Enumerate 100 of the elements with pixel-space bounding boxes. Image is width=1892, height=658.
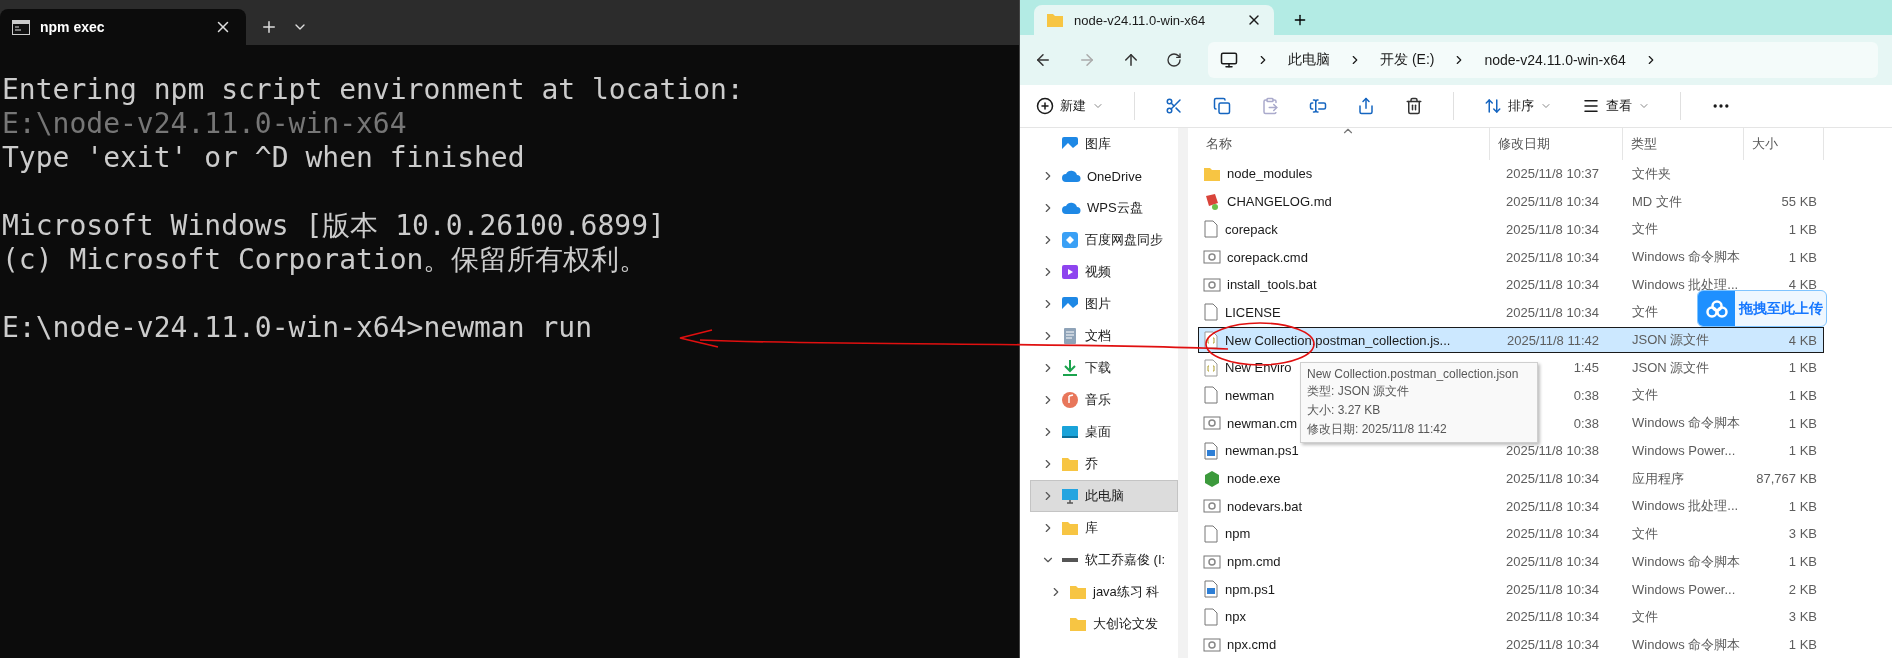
- sidebar-item[interactable]: 图片: [1030, 288, 1178, 320]
- file-size: 1 KB: [1788, 415, 1817, 431]
- sidebar-icon: [1061, 263, 1079, 281]
- file-size: 4 KB: [1788, 332, 1817, 348]
- terminal-line: Microsoft Windows [版本 10.0.26100.6899]: [2, 209, 665, 243]
- file-date: 2025/11/8 10:38: [1505, 443, 1599, 459]
- sidebar-item[interactable]: 乔: [1030, 448, 1178, 480]
- file-icon: [1203, 276, 1221, 293]
- column-header[interactable]: 类型: [1623, 128, 1744, 160]
- file-size: 55 KB: [1781, 194, 1817, 210]
- file-size: 3 KB: [1788, 609, 1817, 625]
- sidebar-icon: [1061, 231, 1079, 249]
- file-size: 1 KB: [1788, 443, 1817, 459]
- back-icon[interactable]: [1034, 51, 1052, 69]
- file-name: node_modules: [1227, 166, 1313, 182]
- file-type: MD 文件: [1632, 193, 1682, 209]
- sidebar-item[interactable]: WPS云盘: [1030, 192, 1178, 224]
- sidebar-item[interactable]: java练习 科: [1030, 576, 1178, 608]
- file-date: 2025/11/8 10:34: [1505, 277, 1599, 293]
- sidebar-item[interactable]: 桌面: [1030, 416, 1178, 448]
- sidebar-item[interactable]: 下载: [1030, 352, 1178, 384]
- sort-button[interactable]: 排序: [1484, 97, 1552, 115]
- sidebar-icon: [1061, 520, 1079, 536]
- file-name: newman.ps1: [1225, 443, 1299, 459]
- rename-icon[interactable]: [1309, 97, 1327, 115]
- copy-icon[interactable]: [1213, 97, 1231, 115]
- sort-icon: [1484, 97, 1502, 115]
- file-size: 1 KB: [1788, 221, 1817, 237]
- sidebar-item[interactable]: 软工乔嘉俊 (I:: [1030, 544, 1178, 576]
- upload-badge[interactable]: 拖拽至此上传: [1697, 290, 1827, 327]
- sidebar-icon: [1061, 423, 1079, 441]
- column-header[interactable]: 名称: [1198, 128, 1490, 160]
- sidebar-icon: [1061, 169, 1081, 183]
- breadcrumb-item[interactable]: node-v24.11.0-win-x64: [1484, 52, 1626, 68]
- file-date: 2025/11/8 10:34: [1505, 609, 1599, 625]
- file-type: 应用程序: [1632, 470, 1684, 486]
- sidebar-item[interactable]: 视频: [1030, 256, 1178, 288]
- file-size: 1 KB: [1788, 387, 1817, 403]
- file-date: 2025/11/8 10:34: [1505, 581, 1599, 597]
- file-type: Windows 批处理...: [1632, 276, 1739, 292]
- sidebar-icon: [1069, 584, 1087, 600]
- file-date: 2025/11/8 10:34: [1505, 554, 1599, 570]
- file-type: 文件: [1632, 608, 1658, 624]
- tooltip-line: 类型: JSON 源文件: [1307, 383, 1410, 400]
- sidebar-item[interactable]: 百度网盘同步: [1030, 224, 1178, 256]
- file-type: JSON 源文件: [1632, 332, 1710, 348]
- file-date: 2025/11/8 10:34: [1505, 498, 1599, 514]
- sidebar-icon: [1061, 359, 1079, 377]
- file-size: 1 KB: [1788, 360, 1817, 376]
- file-name: install_tools.bat: [1227, 277, 1317, 293]
- explorer-tab[interactable]: node-v24.11.0-win-x64: [1034, 5, 1274, 35]
- terminal-tab[interactable]: npm exec: [0, 9, 246, 45]
- tooltip-line: New Collection.postman_collection.json: [1307, 367, 1520, 381]
- file-name: npm.ps1: [1225, 581, 1275, 597]
- sidebar-icon: [1061, 135, 1079, 153]
- view-button[interactable]: 查看: [1582, 97, 1650, 115]
- file-name: newman: [1225, 387, 1275, 403]
- file-size: 4 KB: [1788, 277, 1817, 293]
- file-size: 3 KB: [1788, 526, 1817, 542]
- delete-icon[interactable]: [1405, 97, 1423, 115]
- new-tab-icon[interactable]: [1292, 12, 1308, 28]
- file-name: CHANGELOG.md: [1227, 194, 1332, 210]
- monitor-icon: [1220, 51, 1238, 69]
- file-date: 2025/11/8 10:34: [1505, 471, 1599, 486]
- file-icon: [1203, 386, 1219, 405]
- sidebar-item[interactable]: OneDrive: [1030, 160, 1178, 192]
- up-icon[interactable]: [1122, 51, 1140, 69]
- address-bar[interactable]: 此电脑 开发 (E:) node-v24.11.0-win-x64: [1208, 42, 1878, 78]
- file-date: 0:38: [1572, 387, 1599, 403]
- sidebar-item[interactable]: 图库: [1030, 128, 1178, 160]
- cut-icon[interactable]: [1165, 97, 1183, 115]
- column-header[interactable]: 大小: [1744, 128, 1824, 160]
- file-name: npx.cmd: [1227, 637, 1277, 653]
- sidebar-item[interactable]: 此电脑: [1030, 480, 1178, 512]
- breadcrumb-item[interactable]: 此电脑: [1288, 51, 1330, 69]
- new-tab-icon[interactable]: [260, 18, 278, 36]
- file-date: 2025/11/8 11:42: [1505, 332, 1599, 348]
- file-name: npx: [1225, 609, 1246, 625]
- file-icon: [1203, 415, 1221, 432]
- sidebar-item[interactable]: 文档: [1030, 320, 1178, 352]
- sidebar-icon: [1069, 616, 1087, 632]
- file-type: Windows 命令脚本: [1632, 553, 1741, 569]
- file-type: Windows Power...: [1632, 443, 1736, 459]
- sidebar-item[interactable]: 音乐: [1030, 384, 1178, 416]
- file-size: 1 KB: [1788, 249, 1817, 265]
- file-name: New Enviro: [1225, 360, 1292, 376]
- column-header[interactable]: 修改日期: [1490, 128, 1623, 160]
- sidebar-item[interactable]: 大创论文发: [1030, 608, 1178, 640]
- file-size: 1 KB: [1788, 554, 1817, 570]
- new-button[interactable]: 新建: [1036, 97, 1104, 115]
- share-icon[interactable]: [1357, 97, 1375, 115]
- file-type: Windows Power...: [1632, 581, 1736, 597]
- file-type: Windows 命令脚本: [1632, 249, 1741, 264]
- refresh-icon[interactable]: [1166, 52, 1182, 68]
- file-icon: [1203, 580, 1219, 599]
- sidebar-item[interactable]: 库: [1030, 512, 1178, 544]
- breadcrumb-item[interactable]: 开发 (E:): [1380, 51, 1435, 69]
- file-name: node.exe: [1227, 471, 1281, 486]
- terminal-icon: [12, 19, 30, 35]
- file-name: corepack: [1225, 221, 1278, 237]
